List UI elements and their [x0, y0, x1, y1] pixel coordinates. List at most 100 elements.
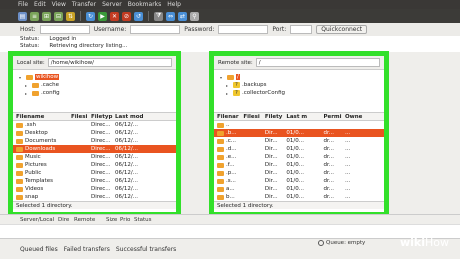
password-input[interactable]: [218, 25, 269, 34]
column-header[interactable]: Owne: [345, 114, 384, 120]
local-directory-tree: ▾ wikihow ▸ .cache ▸ .config: [13, 70, 176, 112]
chevron-right-icon[interactable]: ▸: [226, 91, 231, 96]
menu-item-bookmarks[interactable]: Bookmarks: [128, 0, 162, 9]
file-row[interactable]: a... Dir... 01/0... dr......: [214, 185, 384, 193]
file-row[interactable]: Music Direc... 06/12/...: [13, 153, 176, 161]
toggle-remote-tree-icon[interactable]: ⊟: [54, 11, 63, 21]
quickconnect-button[interactable]: Quickconnect: [316, 25, 368, 34]
tree-item[interactable]: ▸? .collectorConfig: [220, 89, 378, 97]
port-label: Port:: [272, 26, 287, 33]
chevron-right-icon[interactable]: ▸: [226, 83, 231, 88]
menu-item-edit[interactable]: Edit: [34, 0, 46, 9]
file-row[interactable]: Public Direc... 06/12/...: [13, 169, 176, 177]
file-row[interactable]: .s... Dir... 01/0... dr......: [214, 177, 384, 185]
column-header[interactable]: Filetyp: [91, 114, 115, 120]
queue-tab[interactable]: Queued files: [20, 246, 58, 253]
file-type: Direc...: [91, 146, 111, 152]
file-row[interactable]: ..: [214, 121, 384, 129]
folder-icon: [217, 146, 224, 152]
file-row[interactable]: .e... Dir... 01/0... dr......: [214, 153, 384, 161]
unknown-folder-icon: ?: [233, 90, 240, 96]
column-header[interactable]: Filesi: [243, 114, 264, 120]
toggle-queue-icon[interactable]: ⇅: [66, 11, 75, 21]
file-permissions: dr...: [323, 186, 334, 192]
menu-item-server[interactable]: Server: [102, 0, 122, 9]
file-row[interactable]: .c... Dir... 01/0... dr......: [214, 137, 384, 145]
column-header[interactable]: Filety: [265, 114, 286, 120]
queue-tab[interactable]: Successful transfers: [116, 246, 176, 253]
file-permissions: dr...: [323, 130, 334, 136]
queue-column-header[interactable]: Dire: [58, 215, 72, 224]
file-row[interactable]: Downloads Direc... 06/12/...: [13, 145, 176, 153]
tree-item[interactable]: ▸? .backups: [220, 81, 378, 89]
compare-icon[interactable]: ⇔: [166, 11, 175, 21]
disconnect-icon[interactable]: ⊘: [122, 11, 131, 21]
queue-tab[interactable]: Failed transfers: [64, 246, 110, 253]
menu-item-file[interactable]: File: [18, 0, 28, 9]
file-type: Dir...: [264, 154, 278, 160]
queue-column-header[interactable]: Prio: [120, 215, 132, 224]
file-name: b...: [214, 194, 243, 200]
chevron-down-icon[interactable]: ▾: [19, 75, 24, 80]
port-input[interactable]: [290, 25, 313, 34]
filter-icon[interactable]: ⧩: [154, 11, 163, 21]
file-name: .ssh: [13, 122, 71, 128]
host-input[interactable]: [39, 25, 90, 34]
file-name-text: Music: [25, 154, 41, 160]
queue-column-header[interactable]: Server/Local: [20, 215, 56, 224]
queue-column-header[interactable]: Status: [134, 215, 154, 224]
menu-item-transfer[interactable]: Transfer: [72, 0, 96, 9]
reconnect-icon[interactable]: ↺: [134, 11, 143, 21]
tree-item[interactable]: ▸ .config: [19, 89, 170, 97]
queue-column-header[interactable]: Remote File: [74, 215, 104, 233]
cancel-icon[interactable]: ✕: [110, 11, 119, 21]
tree-item[interactable]: ▸ .cache: [19, 81, 170, 89]
file-permissions: dr...: [323, 194, 334, 200]
folder-icon: [16, 170, 23, 176]
folder-icon: [16, 186, 23, 192]
column-header[interactable]: Filename: [13, 114, 71, 120]
chevron-right-icon[interactable]: ▸: [25, 91, 30, 96]
username-input[interactable]: [130, 25, 181, 34]
folder-icon: [217, 194, 224, 200]
file-type: Direc...: [91, 138, 111, 144]
menu-item-view[interactable]: View: [52, 0, 66, 9]
tree-item[interactable]: ▾ wikihow: [19, 73, 170, 81]
column-header[interactable]: Filenar: [214, 114, 243, 120]
toggle-tree-icon[interactable]: ⊞: [42, 11, 51, 21]
column-header[interactable]: Last m: [286, 114, 323, 120]
tree-item[interactable]: ▾ /: [220, 73, 378, 81]
file-name-text: .ssh: [25, 122, 36, 128]
file-row[interactable]: snap Direc... 06/12/...: [13, 193, 176, 201]
file-row[interactable]: .f... Dir... 01/0... dr......: [214, 161, 384, 169]
site-manager-icon[interactable]: ▤: [18, 11, 27, 21]
file-row[interactable]: Documents Direc... 06/12/...: [13, 137, 176, 145]
folder-icon: [16, 194, 23, 200]
file-row[interactable]: Pictures Direc... 06/12/...: [13, 161, 176, 169]
file-modified: 01/0...: [286, 154, 304, 160]
column-header[interactable]: Permi: [323, 114, 344, 120]
process-queue-icon[interactable]: ▶: [98, 11, 107, 21]
file-name-text: Desktop: [25, 130, 48, 136]
file-row[interactable]: Videos Direc... 06/12/...: [13, 185, 176, 193]
file-row[interactable]: .ssh Direc... 06/12/...: [13, 121, 176, 129]
chevron-down-icon[interactable]: ▾: [220, 75, 225, 80]
column-header[interactable]: Last mod: [115, 114, 165, 120]
file-row[interactable]: .p... Dir... 01/0... dr......: [214, 169, 384, 177]
sync-browse-icon[interactable]: ⇄: [178, 11, 187, 21]
column-header[interactable]: Filesi: [71, 114, 91, 120]
file-row[interactable]: Templates Direc... 06/12/...: [13, 177, 176, 185]
queue-column-header[interactable]: Size: [106, 215, 118, 224]
local-site-input[interactable]: /home/wikihow/: [47, 58, 172, 67]
menu-item-help[interactable]: Help: [167, 0, 181, 9]
file-row[interactable]: .d... Dir... 01/0... dr......: [214, 145, 384, 153]
refresh-icon[interactable]: ↻: [86, 11, 95, 21]
file-row[interactable]: Desktop Direc... 06/12/...: [13, 129, 176, 137]
toggle-log-icon[interactable]: ≡: [30, 11, 39, 21]
file-row[interactable]: b... Dir... 01/0... dr......: [214, 193, 384, 201]
file-name-text: b...: [226, 194, 235, 200]
remote-site-input[interactable]: /: [255, 58, 380, 67]
chevron-right-icon[interactable]: ▸: [25, 83, 30, 88]
search-icon[interactable]: ⚲: [190, 11, 199, 21]
file-row[interactable]: .b... Dir... 01/0... dr......: [214, 129, 384, 137]
